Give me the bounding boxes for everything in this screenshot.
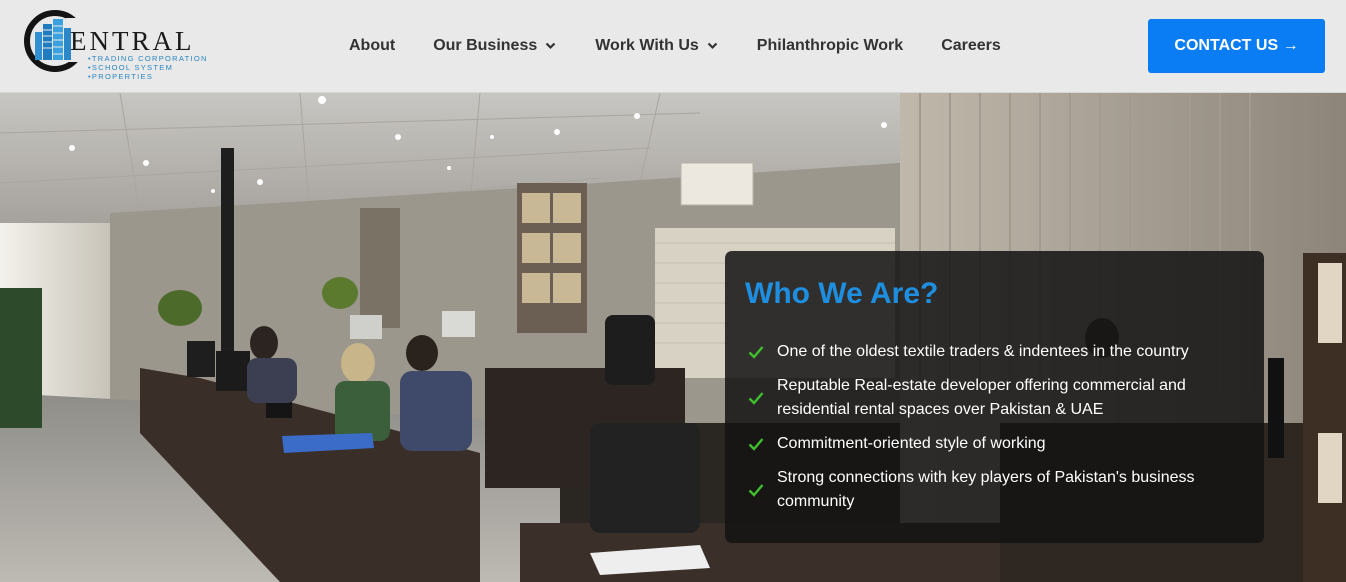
list-item: Strong connections with key players of P… [746, 466, 1216, 514]
list-item: One of the oldest textile traders & inde… [746, 340, 1216, 364]
card-title: Who We Are? [745, 277, 939, 310]
nav-item-label: Philanthropic Work [756, 37, 904, 54]
nav-item-philanthropic-work[interactable]: Philanthropic Work [757, 37, 903, 55]
nav-item-label: Our Business [433, 37, 538, 54]
who-we-are-card: Who We Are? One of the oldest textile tr… [725, 251, 1264, 543]
chevron-down-icon [545, 42, 556, 50]
logo-subtitle-line: •PROPERTIES [88, 72, 154, 81]
nav-item-work-with-us[interactable]: Work With Us [595, 37, 718, 55]
nav-item-label: About [349, 37, 396, 54]
site-header: ENTRAL •TRADING CORPORATION •SCHOOL SYST… [0, 0, 1346, 93]
list-item: Reputable Real-estate developer offering… [746, 374, 1216, 422]
central-logo[interactable]: ENTRAL •TRADING CORPORATION •SCHOOL SYST… [22, 8, 232, 86]
logo-subtitle-line: •SCHOOL SYSTEM [88, 63, 174, 72]
list-item-text: Reputable Real-estate developer offering… [777, 377, 1186, 418]
list-item-text: One of the oldest textile traders & inde… [777, 343, 1189, 360]
nav-item-label: Work With Us [595, 37, 699, 54]
chevron-down-icon [707, 42, 718, 50]
nav-item-our-business[interactable]: Our Business [433, 37, 556, 55]
contact-us-button[interactable]: CONTACT US → [1148, 19, 1325, 73]
nav-item-label: Careers [941, 37, 1001, 54]
check-icon [748, 392, 764, 405]
logo-subtitle-line: •TRADING CORPORATION [88, 54, 208, 63]
check-icon [748, 438, 764, 451]
logo-subtitle: •TRADING CORPORATION •SCHOOL SYSTEM •PRO… [88, 54, 238, 81]
nav-item-about[interactable]: About [349, 37, 395, 55]
list-item-text: Commitment-oriented style of working [777, 435, 1046, 452]
list-item-text: Strong connections with key players of P… [777, 469, 1195, 510]
check-icon [748, 346, 764, 359]
main-nav: About Our Business Work With Us Philanth… [349, 0, 1001, 92]
logo-wordmark: ENTRAL [70, 26, 195, 56]
who-we-are-list: One of the oldest textile traders & inde… [746, 340, 1216, 524]
check-icon [748, 484, 764, 497]
list-item: Commitment-oriented style of working [746, 432, 1216, 456]
hero-section: Who We Are? One of the oldest textile tr… [0, 93, 1346, 582]
nav-item-careers[interactable]: Careers [941, 37, 1001, 55]
